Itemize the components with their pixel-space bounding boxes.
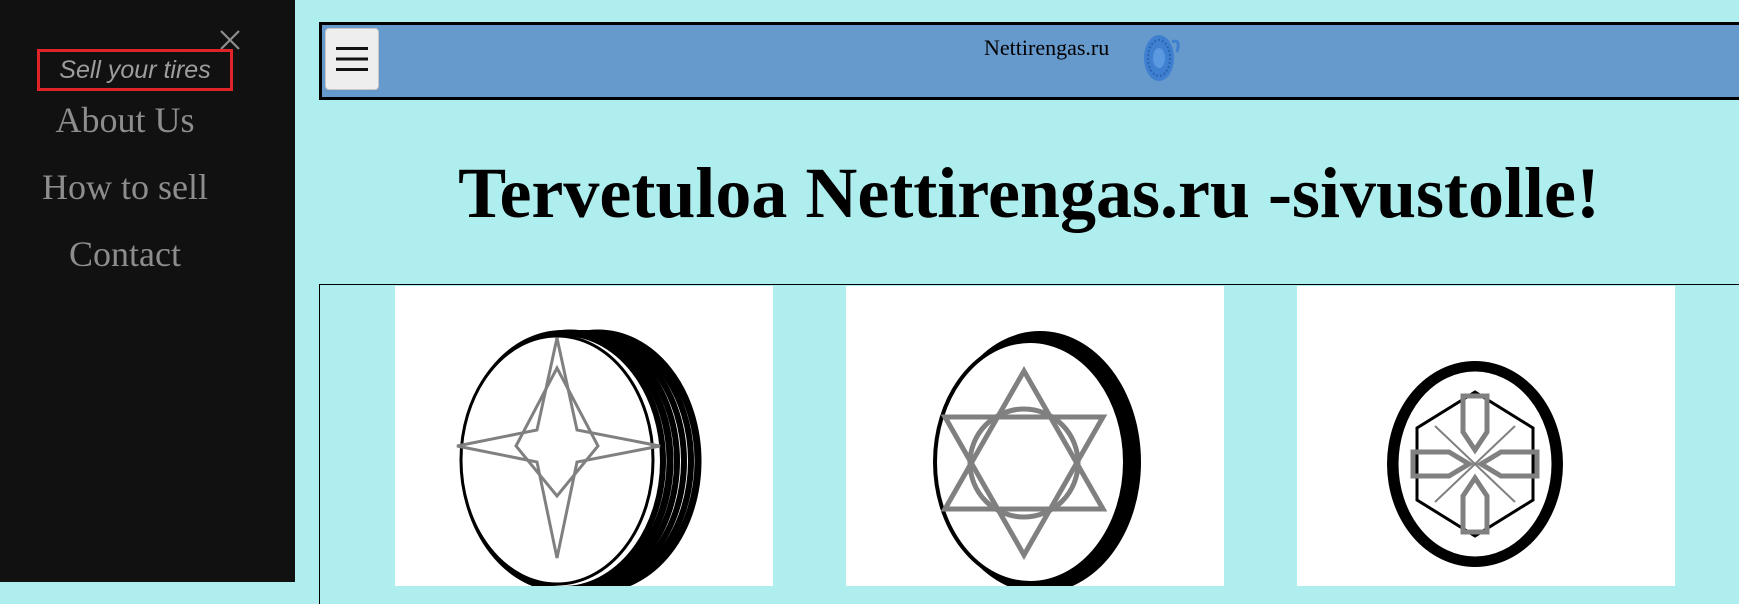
sell-your-tires-link[interactable]: Sell your tires: [37, 49, 233, 91]
tire-hexagram-icon: [933, 331, 1141, 586]
gallery-card[interactable]: [395, 286, 773, 586]
site-brand[interactable]: Nettirengas.ru: [984, 35, 1109, 61]
gallery-card[interactable]: [846, 286, 1224, 586]
tire-hexagon-arrows-icon: [1387, 361, 1563, 567]
page-title: Tervetuloa Nettirengas.ru -sivustolle!: [458, 153, 1600, 233]
sidebar-item-about-us[interactable]: About Us: [0, 98, 250, 142]
sidebar: Sell your tires About Us How to sell Con…: [0, 0, 295, 582]
tire-gallery: [319, 284, 1739, 604]
hamburger-menu-icon: [336, 47, 368, 71]
tire-logo-icon: [1144, 35, 1180, 81]
gallery-card[interactable]: [1297, 286, 1675, 586]
tire-compass-star-icon: [456, 329, 702, 586]
sidebar-item-contact[interactable]: Contact: [0, 232, 250, 276]
menu-button[interactable]: [325, 28, 379, 90]
sidebar-item-how-to-sell[interactable]: How to sell: [0, 165, 250, 209]
header-bar: Nettirengas.ru: [319, 22, 1739, 100]
